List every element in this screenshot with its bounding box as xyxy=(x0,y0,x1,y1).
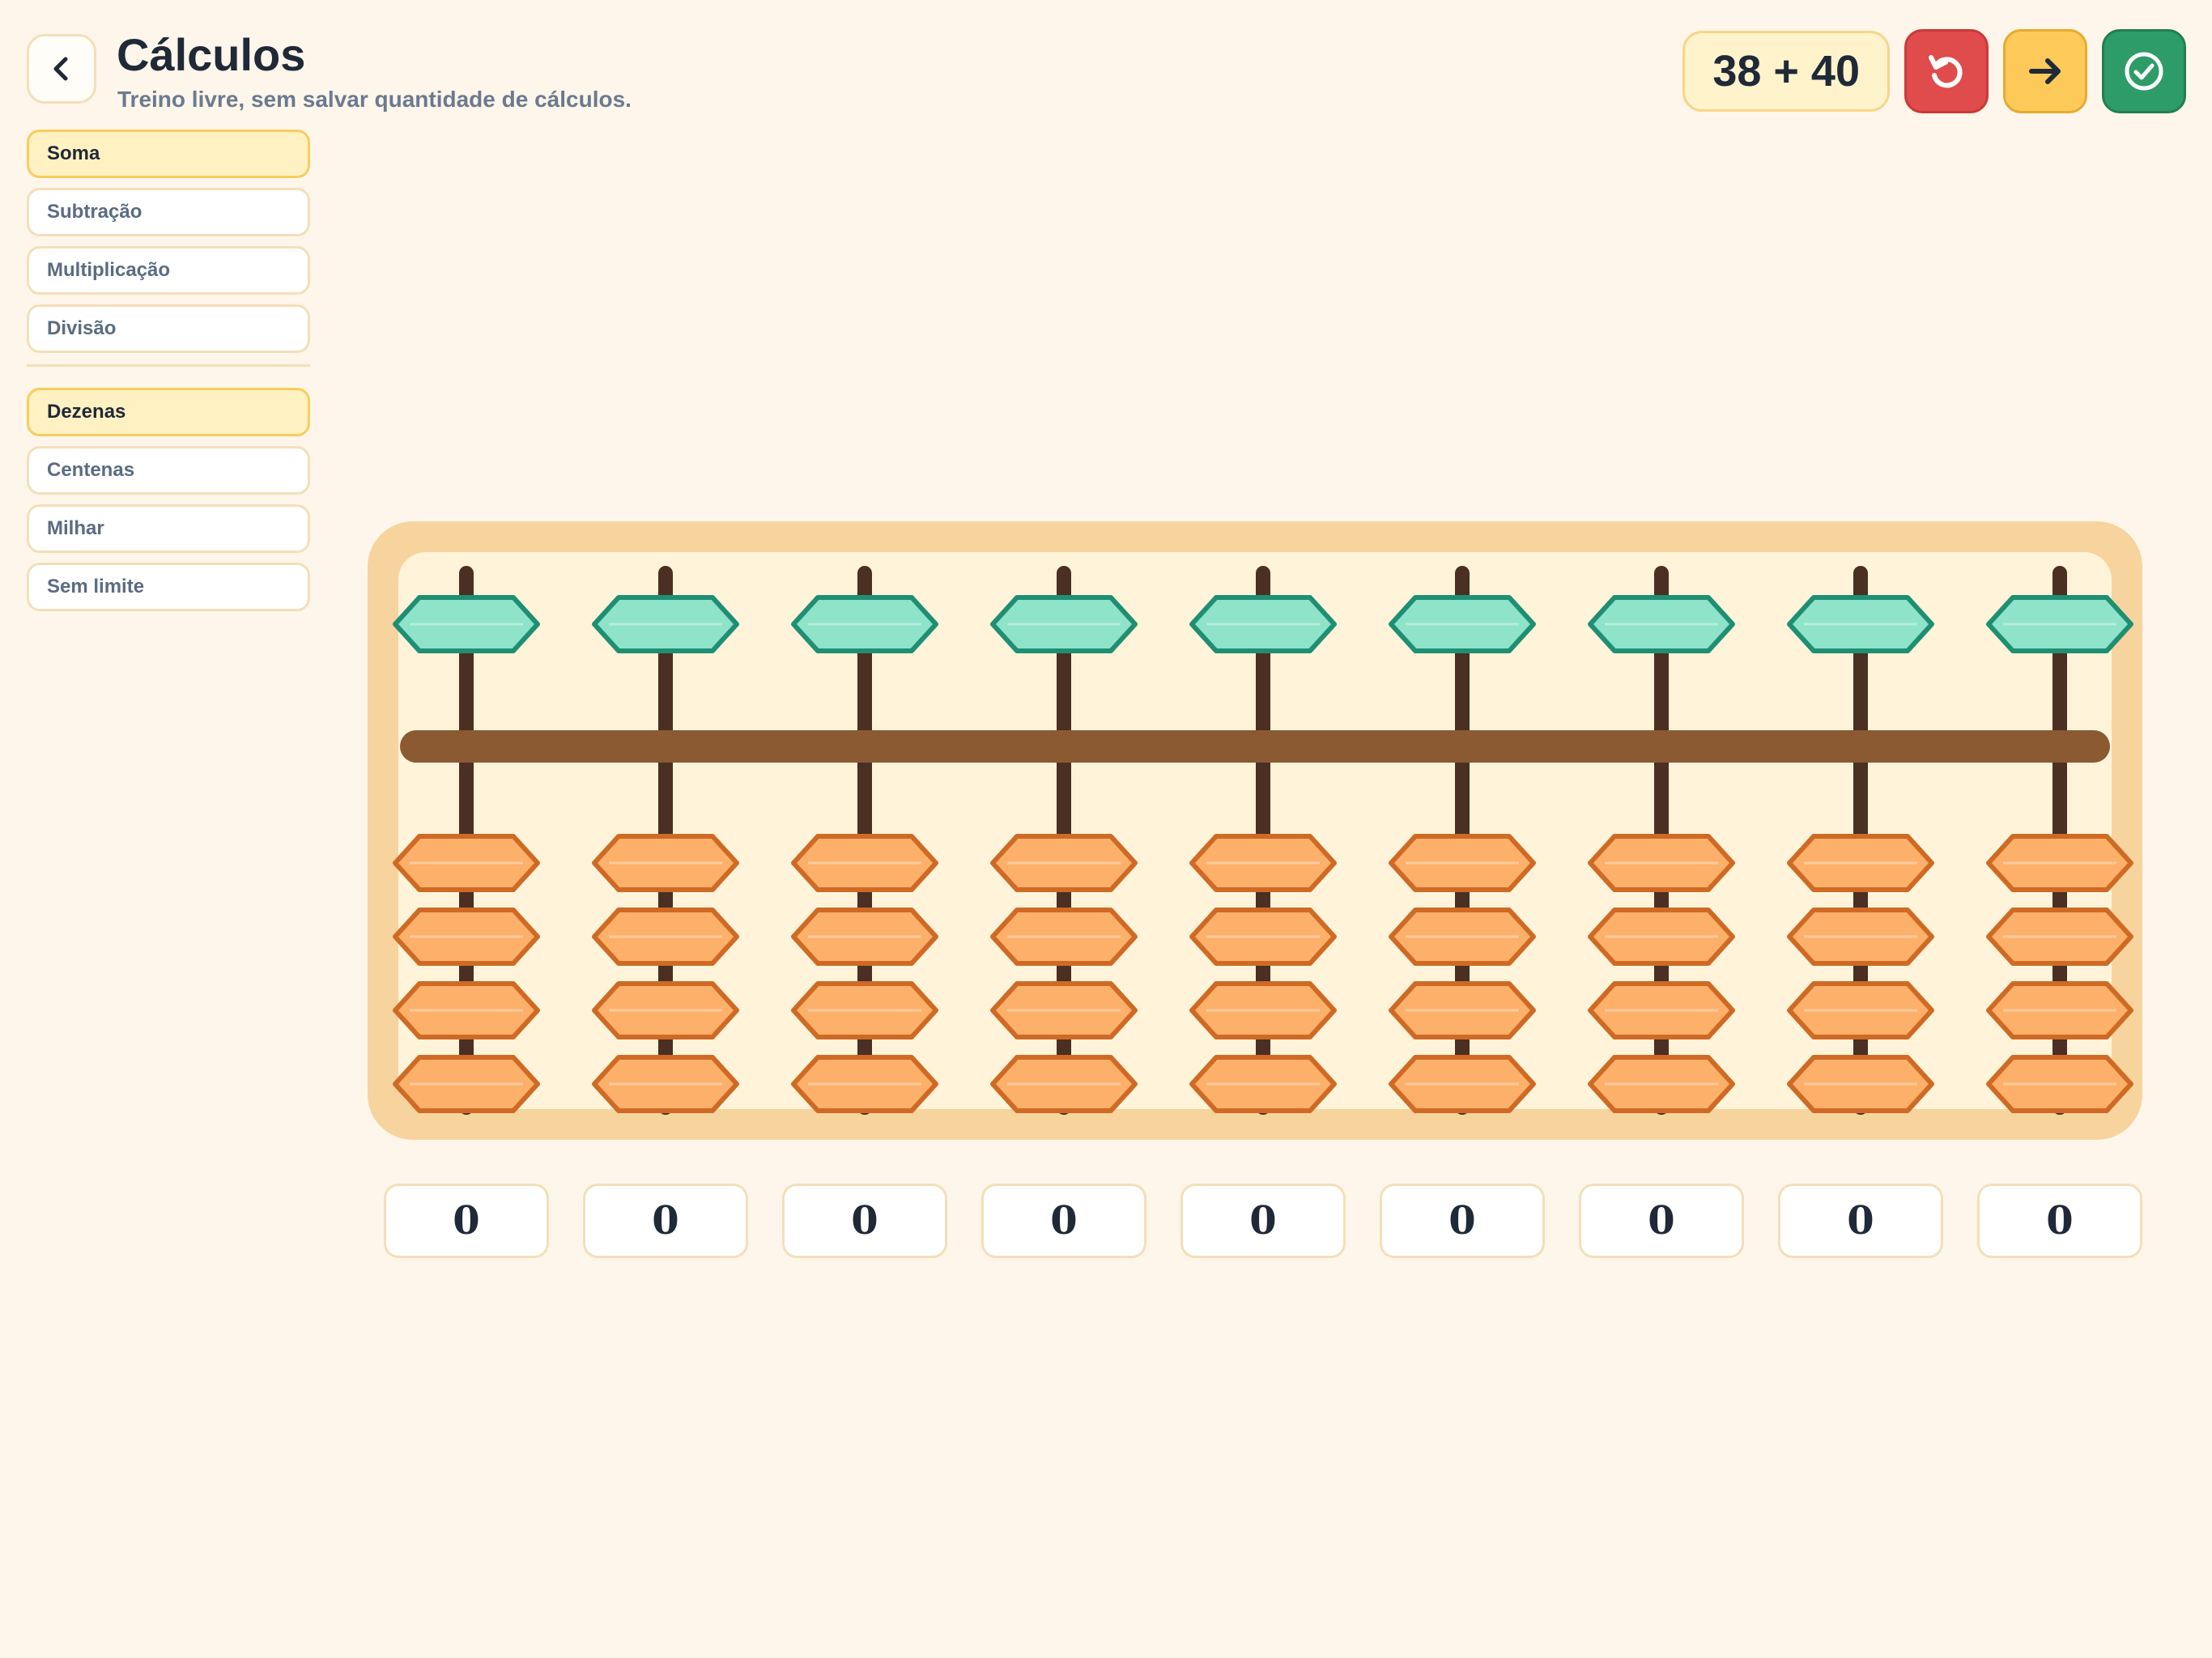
sidebar-divider xyxy=(27,364,310,367)
check-circle-icon xyxy=(2125,52,2163,91)
digit-readout[interactable]: 0 xyxy=(1977,1184,2142,1258)
digit-readout[interactable]: 0 xyxy=(1579,1184,1744,1258)
problem-display: 38 + 40 xyxy=(1682,31,1890,112)
digit-readout[interactable]: 0 xyxy=(1380,1184,1545,1258)
operation-soma[interactable]: Soma xyxy=(27,130,310,178)
next-button[interactable] xyxy=(2003,29,2087,113)
abacus-frame xyxy=(368,521,2142,1140)
reset-button[interactable] xyxy=(1904,29,1989,113)
reset-icon xyxy=(1929,55,1963,88)
chevron-left-icon xyxy=(53,57,68,81)
range-milhar[interactable]: Milhar xyxy=(27,504,310,553)
digit-readout[interactable]: 0 xyxy=(981,1184,1146,1258)
digit-readout[interactable]: 0 xyxy=(1180,1184,1346,1258)
digit-readout[interactable]: 0 xyxy=(583,1184,748,1258)
operation-subtracao[interactable]: Subtração xyxy=(27,188,310,236)
abacus xyxy=(393,566,2133,1115)
digit-readout[interactable]: 0 xyxy=(384,1184,549,1258)
range-dezenas[interactable]: Dezenas xyxy=(27,388,310,436)
digit-readout[interactable]: 0 xyxy=(1778,1184,1943,1258)
sidebar: Soma Subtração Multiplicação Divisão Dez… xyxy=(27,130,310,621)
toolbar: 38 + 40 xyxy=(1682,29,2186,113)
operation-divisao[interactable]: Divisão xyxy=(27,304,310,353)
page-title: Cálculos xyxy=(117,29,306,80)
page-subtitle: Treino livre, sem salvar quantidade de c… xyxy=(117,87,632,112)
digit-readout[interactable]: 0 xyxy=(782,1184,947,1258)
check-button[interactable] xyxy=(2102,29,2186,113)
arrow-right-icon xyxy=(2029,58,2061,84)
back-button[interactable] xyxy=(27,34,96,104)
operation-multiplicacao[interactable]: Multiplicação xyxy=(27,246,310,295)
range-centenas[interactable]: Centenas xyxy=(27,446,310,495)
range-sem-limite[interactable]: Sem limite xyxy=(27,563,310,611)
